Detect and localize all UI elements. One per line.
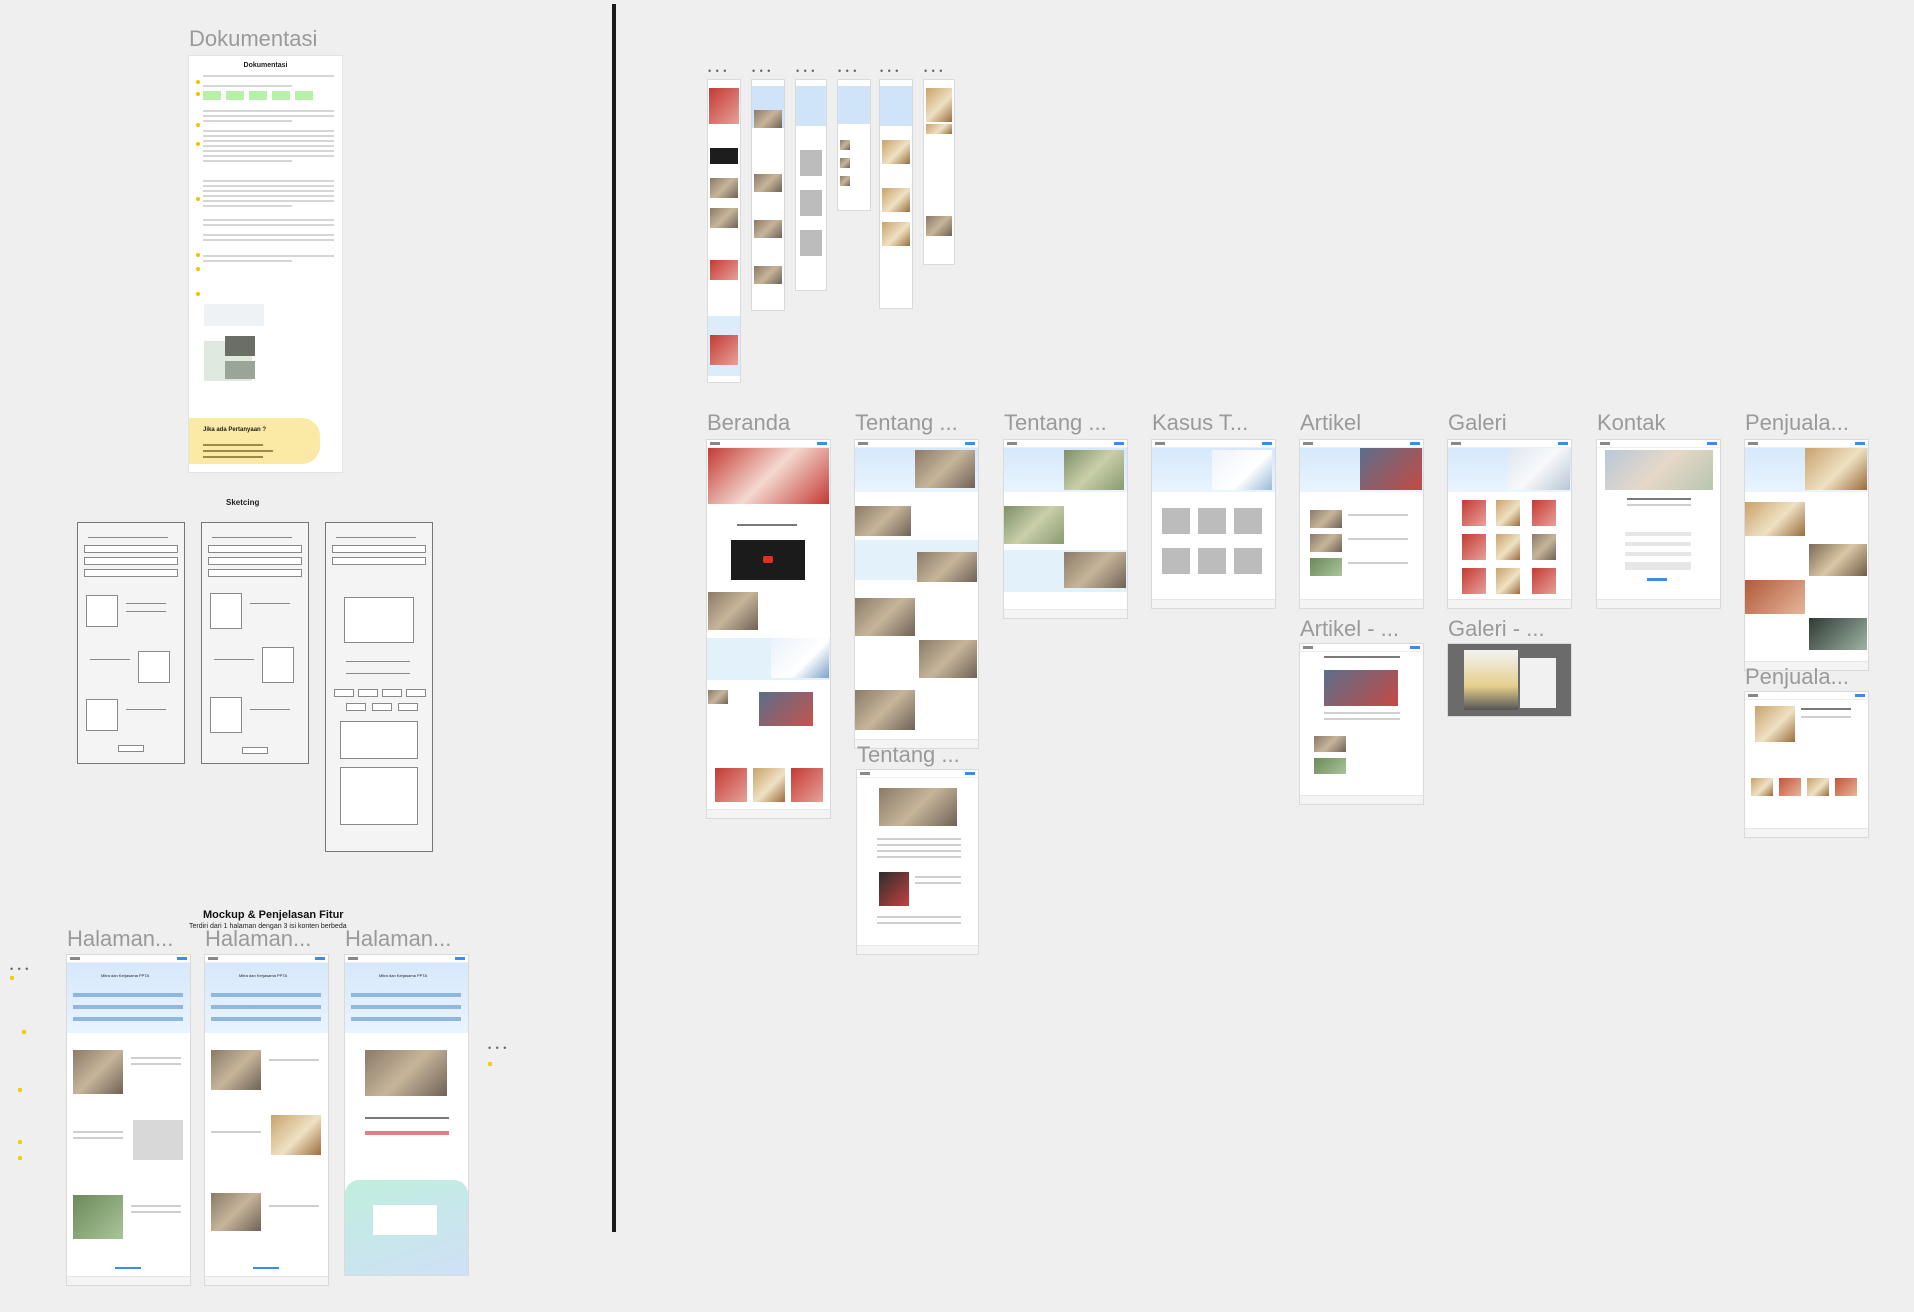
- sketch-3: [325, 522, 433, 852]
- desktop-galeri-detail[interactable]: [1448, 644, 1571, 716]
- mockup-page-1[interactable]: Mitra dan Kerjasama PPTA: [67, 955, 190, 1285]
- note-bullet-icon: [196, 92, 200, 96]
- mobile-tentang[interactable]: [752, 80, 784, 310]
- faq-card: Jika ada Pertanyaan ?: [189, 418, 320, 464]
- frame-title-kasus[interactable]: Kasus T...: [1152, 410, 1248, 436]
- mobile-kasus[interactable]: [796, 80, 826, 290]
- frame-title-tentang-2[interactable]: Tentang ...: [1004, 410, 1107, 436]
- frame-title-tentang-3[interactable]: Tentang ...: [857, 742, 960, 768]
- mockup-title: Mockup & Penjelasan Fitur: [203, 909, 344, 921]
- desktop-tentang-3[interactable]: [857, 770, 978, 954]
- mockup-heading: Mitra dan Kerjasama PPTA: [101, 973, 150, 978]
- more-icon[interactable]: • • •: [708, 67, 727, 76]
- note-bullet-icon: [196, 197, 200, 201]
- mobile-beranda[interactable]: [708, 80, 740, 382]
- note-bullet-icon: [196, 80, 200, 84]
- more-icon[interactable]: • • •: [10, 965, 29, 974]
- frame-title-kontak[interactable]: Kontak: [1597, 410, 1666, 436]
- faq-title: Jika ada Pertanyaan ?: [203, 427, 267, 433]
- mockup-frame-title-2[interactable]: Halaman...: [205, 926, 311, 952]
- mockup-heading: Mitra dan Kerjasama PPTA: [379, 973, 428, 978]
- desktop-kasus[interactable]: [1152, 440, 1275, 608]
- desktop-artikel[interactable]: [1300, 440, 1423, 608]
- mockup-page-3[interactable]: Mitra dan Kerjasama PPTA: [345, 955, 468, 1275]
- more-icon[interactable]: • • •: [752, 67, 771, 76]
- more-icon[interactable]: • • •: [796, 67, 815, 76]
- sketching-title: Sketcing: [226, 498, 260, 507]
- tool-chips: [203, 91, 334, 100]
- desktop-tentang-2[interactable]: [1004, 440, 1127, 618]
- more-icon[interactable]: • • •: [880, 67, 899, 76]
- note-bullet-icon: [196, 123, 200, 127]
- mockup-page-2[interactable]: Mitra dan Kerjasama PPTA: [205, 955, 328, 1285]
- desktop-kontak[interactable]: [1597, 440, 1720, 608]
- desktop-galeri[interactable]: [1448, 440, 1571, 608]
- desktop-penjualan-detail[interactable]: [1745, 692, 1868, 837]
- note-bullet-icon: [196, 253, 200, 257]
- note-bullet-icon: [196, 267, 200, 271]
- note-bullet-icon: [196, 292, 200, 296]
- note-bullet-icon: [196, 142, 200, 146]
- documentation-card-title: Dokumentasi: [243, 62, 288, 69]
- section-divider: [612, 4, 616, 1232]
- frame-title-tentang-1[interactable]: Tentang ...: [855, 410, 958, 436]
- mockup-frame-title-1[interactable]: Halaman...: [67, 926, 173, 952]
- more-icon[interactable]: • • •: [488, 1044, 507, 1053]
- more-icon[interactable]: • • •: [924, 67, 943, 76]
- video-player[interactable]: [731, 540, 805, 580]
- frame-title-artikel[interactable]: Artikel: [1300, 410, 1361, 436]
- mobile-penjualan-detail[interactable]: [924, 80, 954, 264]
- mockup-frame-title-3[interactable]: Halaman...: [345, 926, 451, 952]
- frame-title-beranda[interactable]: Beranda: [707, 410, 790, 436]
- documentation-card: Dokumentasi: [189, 56, 342, 472]
- desktop-penjualan[interactable]: [1745, 440, 1868, 670]
- desktop-beranda[interactable]: [707, 440, 830, 818]
- frame-title-penjualan-detail[interactable]: Penjuala...: [1745, 664, 1849, 690]
- frame-title-galeri[interactable]: Galeri: [1448, 410, 1507, 436]
- desktop-tentang-1[interactable]: [855, 440, 978, 748]
- desktop-artikel-detail[interactable]: [1300, 644, 1423, 804]
- mobile-penjualan[interactable]: [880, 80, 912, 308]
- documentation-frame-title[interactable]: Dokumentasi: [189, 26, 317, 52]
- sketch-1: [77, 522, 185, 764]
- frame-title-penjualan[interactable]: Penjuala...: [1745, 410, 1849, 436]
- mobile-artikel[interactable]: [838, 80, 870, 210]
- sketch-2: [201, 522, 309, 764]
- frame-title-artikel-detail[interactable]: Artikel - ...: [1300, 616, 1399, 642]
- more-icon[interactable]: • • •: [838, 67, 857, 76]
- mockup-heading: Mitra dan Kerjasama PPTA: [239, 973, 288, 978]
- frame-title-galeri-detail[interactable]: Galeri - ...: [1448, 616, 1545, 642]
